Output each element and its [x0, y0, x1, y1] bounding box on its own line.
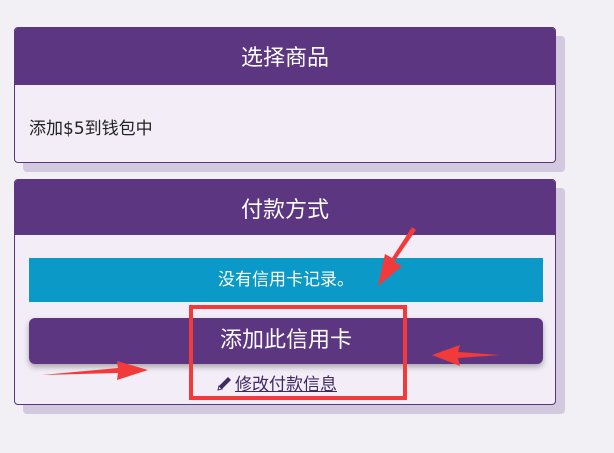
payment-method-title: 付款方式	[15, 180, 555, 235]
pencil-icon	[217, 377, 231, 391]
edit-payment-info-label: 修改付款信息	[235, 375, 337, 395]
edit-payment-info-link[interactable]: 修改付款信息	[216, 370, 337, 395]
select-product-title: 选择商品	[15, 28, 555, 85]
no-credit-card-notice: 没有信用卡记录。	[29, 258, 543, 302]
product-item-label: 添加$5到钱包中	[29, 119, 153, 139]
add-credit-card-button[interactable]: 添加此信用卡	[29, 318, 543, 364]
payment-method-card: 付款方式 没有信用卡记录。 添加此信用卡 修改付款信息	[14, 179, 556, 405]
select-product-card: 选择商品 添加$5到钱包中	[14, 27, 556, 163]
